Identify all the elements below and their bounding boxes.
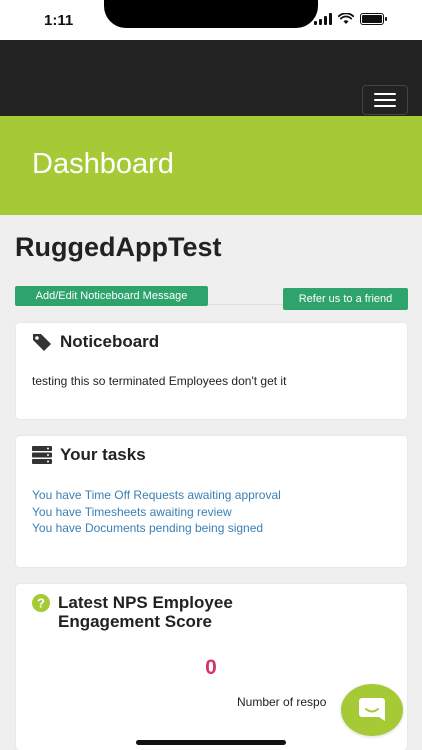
- dashboard-banner: Dashboard: [0, 116, 422, 215]
- edit-noticeboard-button[interactable]: Add/Edit Noticeboard Message: [15, 286, 208, 306]
- wifi-icon: [338, 13, 354, 24]
- device-notch: [104, 0, 318, 28]
- task-documents-link[interactable]: You have Documents pending being signed: [32, 520, 281, 537]
- tasks-card: Your tasks You have Time Off Requests aw…: [16, 436, 407, 567]
- hamburger-icon: [374, 93, 396, 95]
- noticeboard-header: Noticeboard: [32, 332, 159, 352]
- status-bar: 1:11: [0, 0, 422, 40]
- tasks-header: Your tasks: [32, 445, 146, 465]
- noticeboard-title: Noticeboard: [60, 332, 160, 351]
- noticeboard-card: Noticeboard testing this so terminated E…: [16, 323, 407, 419]
- noticeboard-message: testing this so terminated Employees don…: [32, 374, 287, 388]
- chat-bubble-icon: [359, 698, 385, 721]
- server-icon: [32, 446, 52, 464]
- top-navbar: [0, 40, 422, 116]
- battery-icon: [360, 13, 387, 25]
- home-indicator[interactable]: [136, 740, 286, 745]
- divider: [208, 304, 284, 305]
- chat-button[interactable]: [341, 684, 403, 736]
- nps-title: Latest NPS Employee Engagement Score: [58, 593, 233, 631]
- refer-friend-button[interactable]: Refer us to a friend: [283, 288, 408, 310]
- menu-button[interactable]: [362, 85, 408, 115]
- nps-header: ? Latest NPS Employee Engagement Score: [32, 593, 233, 631]
- task-list: You have Time Off Requests awaiting appr…: [32, 487, 281, 537]
- company-name: RuggedAppTest: [15, 232, 222, 262]
- task-timesheets-link[interactable]: You have Timesheets awaiting review: [32, 504, 281, 521]
- question-circle-icon: ?: [32, 594, 50, 612]
- signal-icon: [314, 13, 332, 25]
- nps-score: 0: [205, 656, 217, 679]
- status-icons: [314, 13, 387, 25]
- svg-text:?: ?: [37, 596, 45, 611]
- tasks-title: Your tasks: [60, 445, 146, 464]
- page-title: Dashboard: [32, 148, 174, 180]
- tag-icon: [33, 334, 51, 351]
- status-time: 1:11: [44, 12, 74, 29]
- task-time-off-link[interactable]: You have Time Off Requests awaiting appr…: [32, 487, 281, 504]
